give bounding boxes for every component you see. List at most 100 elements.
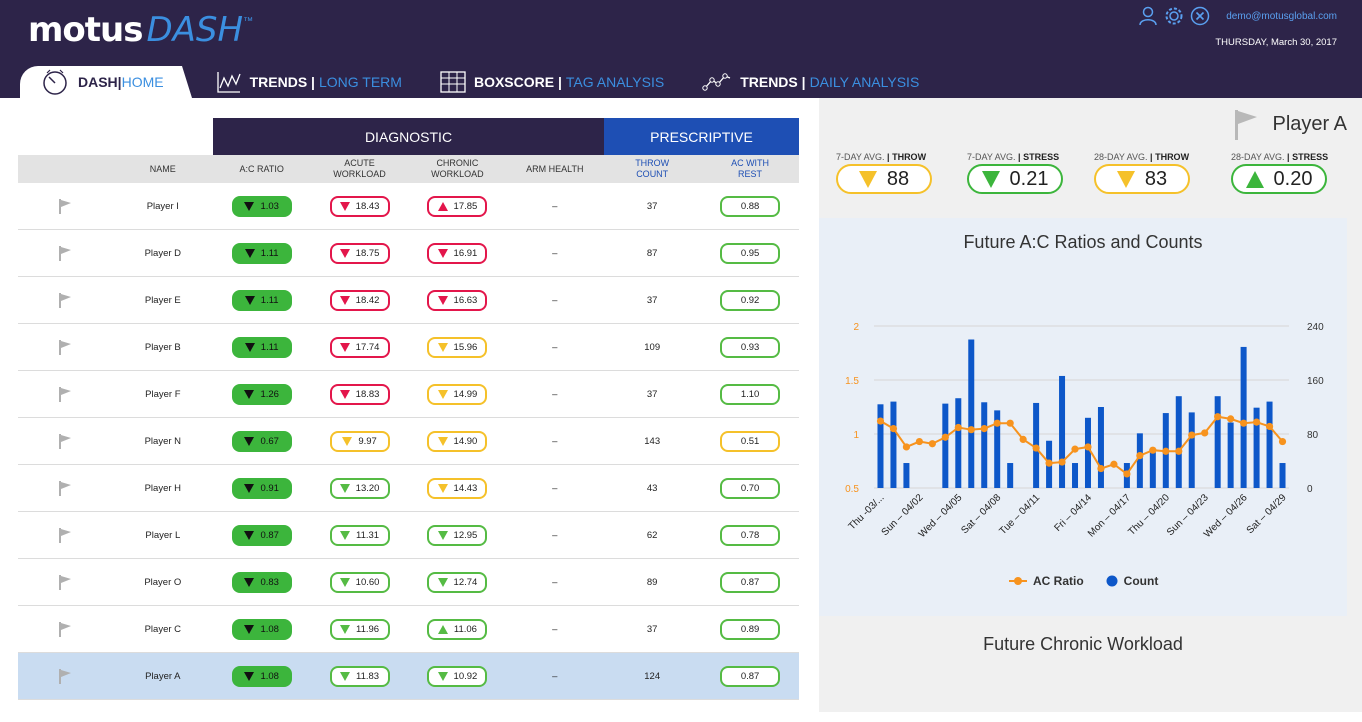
ac-ratio-point: [1252, 418, 1261, 426]
ac-ratio-point: [954, 423, 962, 432]
chronic-workload-badge: 17.85: [427, 195, 488, 217]
down-arrow-icon: [858, 170, 877, 188]
count-bar: [1266, 401, 1273, 488]
table-row[interactable]: Player D 1.11 18.75 16.91 – 87 0.95: [18, 230, 799, 277]
ac-rest-badge: 1.10: [720, 383, 781, 405]
flag-icon[interactable]: [58, 386, 72, 402]
player-name-cell[interactable]: Player H: [113, 483, 213, 494]
down-arrow-icon: [339, 201, 350, 211]
acute-workload-value: 11.96: [356, 623, 380, 635]
tab-dash-home[interactable]: DASH| HOME: [20, 66, 192, 98]
player-name-cell[interactable]: Player F: [113, 389, 213, 400]
ac-ratio-badge: 1.03: [231, 195, 292, 217]
col-throw-count-header[interactable]: THROW COUNT: [603, 158, 701, 180]
table-row[interactable]: Player C 1.08 11.96 11.06 – 37 0.89: [18, 606, 799, 653]
stat-7day-stress: 7-DAY AVG. | STRESS 0.21: [967, 152, 1063, 194]
flag-icon[interactable]: [58, 480, 72, 496]
flag-icon[interactable]: [58, 574, 72, 590]
legend-count[interactable]: Count: [1106, 574, 1158, 588]
player-name-cell[interactable]: Player E: [113, 295, 213, 306]
table-row[interactable]: Player O 0.83 10.60 12.74 – 89 0.87: [18, 559, 799, 606]
settings-gear-icon[interactable]: [1164, 6, 1184, 26]
flag-cell: [18, 621, 113, 637]
acute-workload-badge: 11.83: [329, 665, 390, 687]
player-name-cell[interactable]: Player B: [113, 342, 213, 353]
flag-cell: [18, 574, 113, 590]
ac-ratio-point: [1123, 470, 1131, 478]
col-ac-rest-header[interactable]: AC WITH REST: [701, 158, 799, 180]
flag-icon[interactable]: [58, 339, 72, 355]
flag-icon[interactable]: [58, 527, 72, 543]
user-email-link[interactable]: demo@motusglobal.com: [1226, 11, 1337, 22]
ac-ratio-point: [1045, 459, 1053, 467]
down-arrow-icon: [1116, 170, 1135, 188]
ac-ratio-point: [1201, 429, 1209, 437]
legend-ac-ratio[interactable]: AC Ratio: [1009, 574, 1084, 588]
down-arrow-icon: [339, 483, 350, 493]
table-row[interactable]: Player B 1.11 17.74 15.96 – 109 0.93: [18, 324, 799, 371]
ac-rest-cell: 0.93: [701, 336, 799, 358]
col-arm-health-header[interactable]: ARM HEALTH: [506, 164, 603, 175]
motus-dash-logo[interactable]: motus DASH ™: [28, 10, 253, 50]
player-name-cell[interactable]: Player D: [113, 248, 213, 259]
ac-ratio-point: [1032, 444, 1040, 452]
acute-workload-badge: 11.31: [329, 524, 390, 546]
close-circle-icon[interactable]: [1190, 6, 1210, 26]
tab-boxscore-tag-analysis[interactable]: BOXSCORE | TAG ANALYSIS: [420, 66, 682, 98]
boxscore-grid-icon: [440, 70, 466, 94]
ac-ratio-cell: 1.11: [213, 242, 311, 264]
count-bar: [1175, 396, 1182, 488]
throw-count-cell: 37: [646, 294, 658, 306]
throw-count-cell: 124: [644, 670, 661, 682]
arm-health-cell: –: [552, 200, 558, 212]
col-ac-ratio-header[interactable]: A:C RATIO: [213, 164, 311, 175]
acute-workload-value: 10.60: [355, 576, 380, 588]
ac-rest-cell: 0.89: [701, 618, 799, 640]
ac-ratio-point: [1265, 422, 1274, 431]
acute-workload-badge: 18.83: [329, 383, 390, 405]
player-name: Player A: [1272, 112, 1347, 135]
stat-label-pre: 7-DAY AVG.: [967, 152, 1016, 162]
throw-count-cell: 89: [646, 576, 658, 588]
table-row[interactable]: Player H 0.91 13.20 14.43 – 43 0.70: [18, 465, 799, 512]
chronic-workload-badge: 14.90: [427, 430, 488, 452]
ac-ratio-badge: 0.83: [231, 571, 292, 593]
flag-icon[interactable]: [58, 292, 72, 308]
tab-trends-long-term[interactable]: TRENDS | LONG TERM: [196, 66, 420, 98]
right-axis-tick-label: 80: [1307, 430, 1319, 441]
table-row[interactable]: Player F 1.26 18.83 14.99 – 37 1.10: [18, 371, 799, 418]
table-row[interactable]: Player A 1.08 11.83 10.92 – 124 0.87: [18, 653, 799, 700]
col-chronic-header[interactable]: CHRONIC WORKLOAD: [409, 158, 507, 180]
table-row[interactable]: Player E 1.11 18.42 16.63 – 37 0.92: [18, 277, 799, 324]
player-name-cell[interactable]: Player L: [113, 530, 213, 541]
stat-7day-throw: 7-DAY AVG. | THROW 88: [836, 152, 932, 194]
player-name-cell[interactable]: Player I: [113, 201, 213, 212]
left-axis-tick-label: 0.5: [845, 484, 859, 495]
ac-rest-cell: 0.70: [701, 477, 799, 499]
col-name-header[interactable]: NAME: [113, 164, 213, 175]
player-name-cell[interactable]: Player A: [113, 671, 213, 682]
chart-legend: AC Ratio Count: [1009, 574, 1158, 588]
flag-icon[interactable]: [58, 245, 72, 261]
x-axis-tick-label: Fri – 04/14: [1053, 492, 1095, 534]
player-name-cell[interactable]: Player N: [113, 436, 213, 447]
player-name-cell[interactable]: Player C: [113, 624, 213, 635]
down-arrow-icon: [244, 577, 255, 587]
table-row[interactable]: Player N 0.67 9.97 14.90 – 143 0.51: [18, 418, 799, 465]
flag-icon[interactable]: [58, 198, 72, 214]
tab-trends-daily-analysis[interactable]: TRENDS | DAILY ANALYSIS: [682, 66, 937, 98]
flag-icon[interactable]: [58, 668, 72, 684]
flag-icon[interactable]: [58, 621, 72, 637]
user-profile-icon[interactable]: [1138, 6, 1158, 26]
ac-ratio-point: [1071, 445, 1079, 453]
table-row[interactable]: Player L 0.87 11.31 12.95 – 62 0.78: [18, 512, 799, 559]
flag-icon[interactable]: [58, 433, 72, 449]
col-acute-header[interactable]: ACUTE WORKLOAD: [311, 158, 409, 180]
ac-rest-badge: 0.93: [720, 336, 781, 358]
table-row[interactable]: Player I 1.03 18.43 17.85 – 37 0.88: [18, 183, 799, 230]
player-name-cell[interactable]: Player O: [113, 577, 213, 588]
x-axis-tick-label: Tue – 04/11: [997, 492, 1042, 537]
stat-28day-throw: 28-DAY AVG. | THROW 83: [1094, 152, 1190, 194]
down-arrow-icon: [339, 248, 350, 258]
col-chronic-header-line1: CHRONIC: [436, 158, 479, 168]
